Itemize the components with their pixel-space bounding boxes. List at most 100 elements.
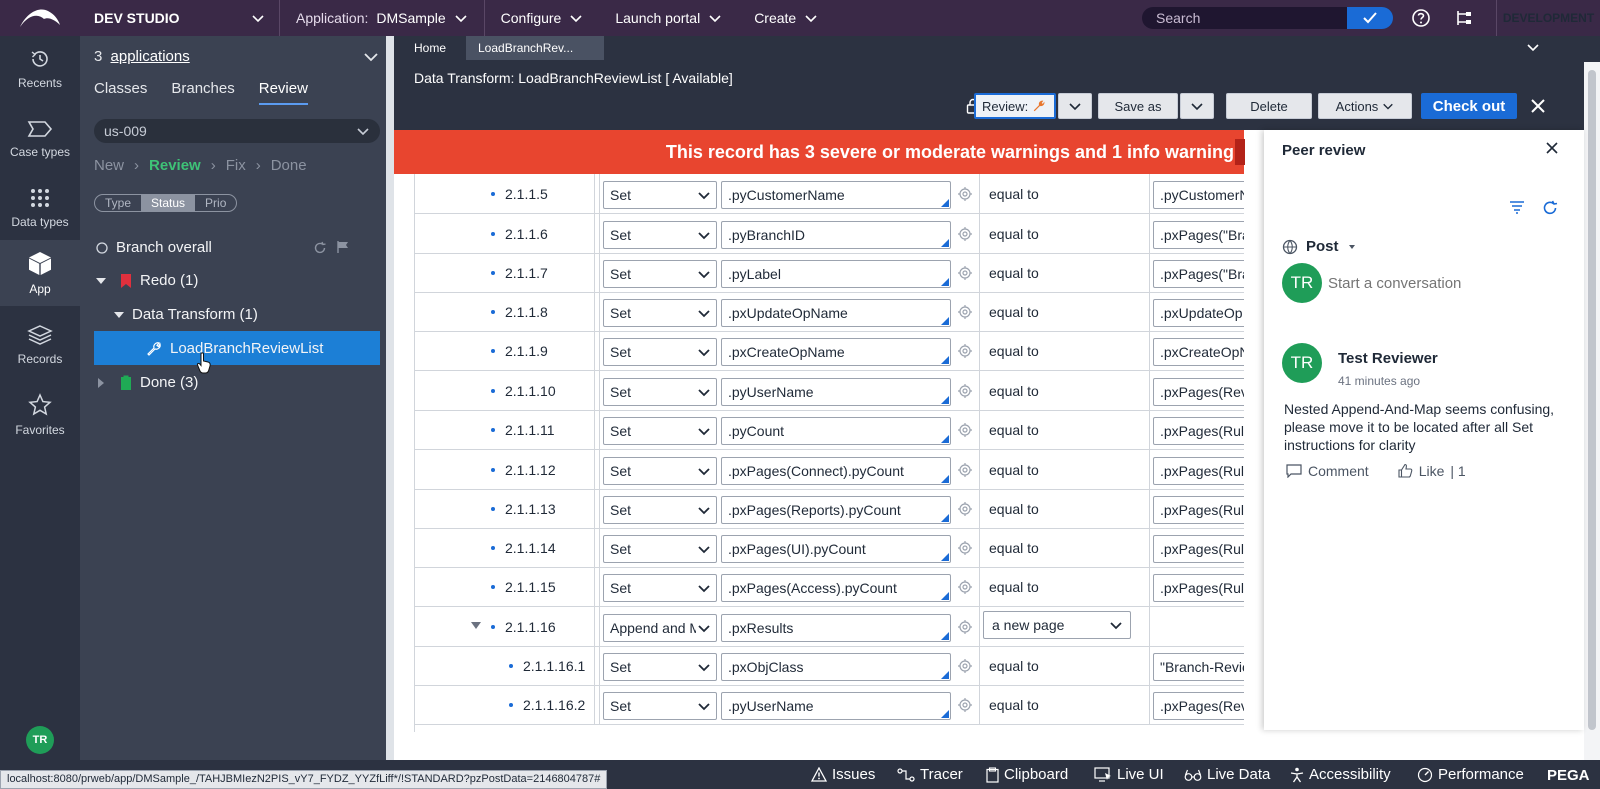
search-submit-button[interactable] — [1347, 7, 1393, 29]
tab-classes[interactable]: Classes — [94, 80, 147, 105]
stage-review[interactable]: Review — [149, 157, 201, 174]
target-field[interactable]: .pyUserName — [721, 378, 951, 406]
relation-select[interactable]: a new page — [983, 611, 1131, 639]
source-field[interactable]: .pxUpdateOp — [1153, 299, 1244, 327]
help-button[interactable] — [1409, 6, 1433, 30]
action-select[interactable]: Set — [603, 378, 717, 406]
target-field[interactable]: .pxPages(Reports).pyCount — [721, 496, 951, 524]
search-input[interactable] — [1156, 10, 1336, 26]
close-icon[interactable] — [1544, 140, 1560, 156]
target-field[interactable]: .pxPages(UI).pyCount — [721, 535, 951, 563]
chevron-down-icon[interactable] — [362, 48, 380, 66]
toolbar-tracer[interactable]: Tracer — [897, 766, 963, 783]
action-select[interactable]: Set — [603, 457, 717, 485]
target-picker-icon[interactable] — [957, 658, 973, 674]
delete-button[interactable]: Delete — [1226, 93, 1312, 119]
close-rule-icon[interactable] — [1528, 96, 1548, 116]
target-picker-icon[interactable] — [957, 422, 973, 438]
nav-favorites[interactable]: Favorites — [0, 382, 80, 448]
toolbar-clipboard[interactable]: Clipboard — [986, 766, 1068, 783]
target-field[interactable]: .pxPages(Connect).pyCount — [721, 457, 951, 485]
expand-triangle-icon[interactable] — [471, 622, 481, 629]
review-dropdown-button[interactable] — [1058, 93, 1092, 119]
nav-case-types[interactable]: Case types — [0, 106, 80, 172]
source-field[interactable]: .pxCreateOpN — [1153, 338, 1244, 366]
action-select[interactable]: Set — [603, 535, 717, 563]
target-picker-icon[interactable] — [957, 186, 973, 202]
studio-switcher[interactable]: DEV STUDIO — [80, 0, 280, 36]
action-select[interactable]: Set — [603, 221, 717, 249]
applications-link[interactable]: applications — [111, 48, 190, 65]
comment-button[interactable]: Comment — [1286, 463, 1369, 479]
group-by-prio[interactable]: Prio — [195, 195, 236, 211]
target-picker-icon[interactable] — [957, 304, 973, 320]
source-field[interactable]: .pxPages(Rule — [1153, 417, 1244, 445]
toolbar-performance[interactable]: Performance — [1417, 766, 1524, 783]
source-field[interactable]: "Branch-Revie — [1153, 653, 1244, 681]
user-avatar[interactable]: TR — [26, 726, 54, 754]
table-row[interactable]: 2.1.1.8 Set .pxUpdateOpName equal to .pxUpda… — [415, 292, 1244, 332]
target-field[interactable]: .pyUserName — [721, 692, 951, 720]
action-select[interactable]: Set — [603, 692, 717, 720]
configure-menu[interactable]: Configure — [485, 0, 600, 36]
source-field[interactable]: .pxPages("Bra — [1153, 221, 1244, 249]
tab-review[interactable]: Review — [258, 80, 308, 105]
action-select[interactable]: Set — [603, 574, 717, 602]
table-row[interactable]: 2.1.1.10 Set .pyUserName equal to .pxPages(R… — [415, 371, 1244, 411]
table-row[interactable]: 2.1.1.16.2 Set .pyUserName equal to .pxPages… — [415, 685, 1244, 725]
redo-group[interactable]: Redo (1) — [96, 272, 198, 289]
source-field[interactable]: .pxPages(Rule — [1153, 457, 1244, 485]
tab-branches[interactable]: Branches — [171, 80, 234, 105]
table-row[interactable]: 2.1.1.16 Append and M .pxResults a new page — [415, 607, 1244, 647]
stage-done[interactable]: Done — [271, 157, 307, 174]
toolbar-live-data[interactable]: Live Data — [1184, 766, 1270, 783]
action-select[interactable]: Set — [603, 653, 717, 681]
target-field[interactable]: .pxCreateOpName — [721, 338, 951, 366]
chevron-down-icon[interactable] — [1526, 42, 1540, 54]
target-field[interactable]: .pxObjClass — [721, 653, 951, 681]
source-field[interactable]: .pyCustomerN — [1153, 181, 1244, 209]
table-row[interactable]: 2.1.1.6 Set .pyBranchID equal to .pxPages("B… — [415, 214, 1244, 254]
save-as-dropdown-button[interactable] — [1180, 93, 1214, 119]
application-menu[interactable]: Application: DMSample — [280, 0, 485, 36]
table-row[interactable]: 2.1.1.14 Set .pxPages(UI).pyCount equal to.… — [415, 528, 1244, 568]
target-picker-icon[interactable] — [957, 697, 973, 713]
toolbar-issues[interactable]: Issues — [811, 766, 875, 783]
nav-records[interactable]: Records — [0, 312, 80, 378]
source-field[interactable]: .pxPages(Rev — [1153, 692, 1244, 720]
action-select[interactable]: Set — [603, 299, 717, 327]
source-field[interactable]: .pxPages("Bra — [1153, 260, 1244, 288]
toolbar-accessibility[interactable]: Accessibility — [1290, 766, 1391, 783]
target-picker-icon[interactable] — [957, 462, 973, 478]
target-picker-icon[interactable] — [957, 265, 973, 281]
create-menu[interactable]: Create — [738, 0, 834, 36]
tab-loadbranchreview[interactable]: LoadBranchRev... — [466, 36, 604, 60]
done-group[interactable]: Done (3) — [96, 374, 198, 391]
source-field[interactable]: .pxPages(Rule — [1153, 574, 1244, 602]
target-picker-icon[interactable] — [957, 619, 973, 635]
target-field[interactable]: .pyCount — [721, 417, 951, 445]
check-out-button[interactable]: Check out — [1421, 93, 1517, 119]
table-row[interactable]: 2.1.1.9 Set .pxCreateOpName equal to .pxCrea… — [415, 331, 1244, 371]
table-row[interactable]: 2.1.1.16.1 Set .pxObjClass equal to "Branch-… — [415, 646, 1244, 686]
target-field[interactable]: .pxUpdateOpName — [721, 299, 951, 327]
target-picker-icon[interactable] — [957, 501, 973, 517]
stage-fix[interactable]: Fix — [226, 157, 246, 174]
target-picker-icon[interactable] — [957, 540, 973, 556]
actions-button[interactable]: Actions — [1318, 93, 1412, 119]
reviewer-name[interactable]: Test Reviewer — [1338, 350, 1438, 367]
target-field[interactable]: .pyCustomerName — [721, 181, 951, 209]
group-by-status[interactable]: Status — [141, 195, 196, 211]
warning-expand[interactable] — [1235, 139, 1245, 165]
launch-portal-menu[interactable]: Launch portal — [599, 0, 738, 36]
action-select[interactable]: Set — [603, 338, 717, 366]
source-field[interactable]: .pxPages(Rev — [1153, 378, 1244, 406]
action-select[interactable]: Set — [603, 496, 717, 524]
table-row[interactable]: 2.1.1.11 Set .pyCount equal to .pxPages(Rule — [415, 410, 1244, 450]
refresh-icon[interactable] — [313, 241, 327, 255]
tab-home[interactable]: Home — [394, 36, 466, 60]
conversation-input[interactable] — [1328, 274, 1568, 292]
review-button[interactable]: Review: — [974, 93, 1056, 119]
selected-rule-item[interactable]: LoadBranchReviewList — [146, 340, 323, 357]
target-field[interactable]: .pyBranchID — [721, 221, 951, 249]
